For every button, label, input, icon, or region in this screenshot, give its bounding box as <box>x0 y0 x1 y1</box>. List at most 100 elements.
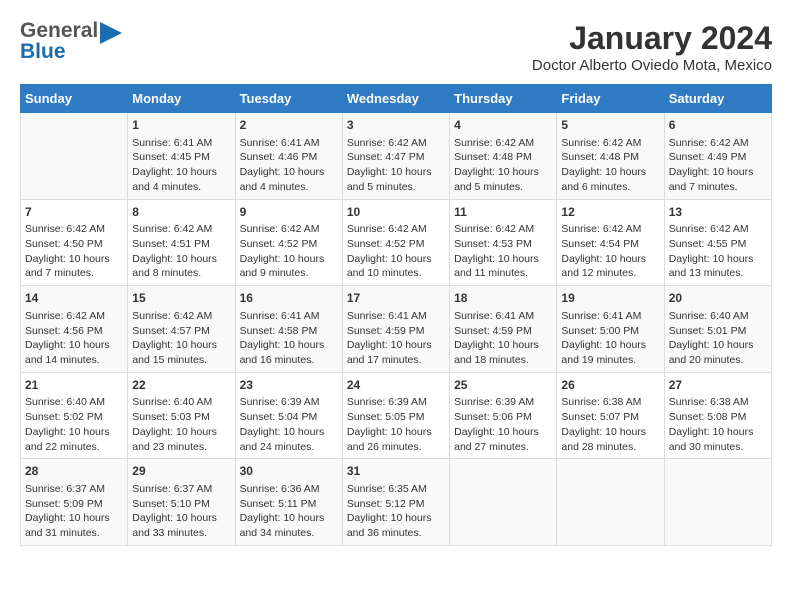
day-info: Sunrise: 6:38 AMSunset: 5:08 PMDaylight:… <box>669 395 767 454</box>
day-number: 9 <box>240 204 338 221</box>
calendar-table: SundayMondayTuesdayWednesdayThursdayFrid… <box>20 84 772 546</box>
calendar-cell: 8Sunrise: 6:42 AMSunset: 4:51 PMDaylight… <box>128 199 235 286</box>
header-wednesday: Wednesday <box>342 85 449 113</box>
calendar-title: January 2024 <box>532 20 772 57</box>
week-row-3: 21Sunrise: 6:40 AMSunset: 5:02 PMDayligh… <box>21 372 772 459</box>
header-thursday: Thursday <box>450 85 557 113</box>
day-info: Sunrise: 6:39 AMSunset: 5:04 PMDaylight:… <box>240 395 338 454</box>
calendar-cell: 15 Sunrise: 6:42 AMSunset: 4:57 PMDayligh… <box>128 286 235 373</box>
day-info: Sunrise: 6:37 AMSunset: 5:09 PMDaylight:… <box>25 482 123 541</box>
week-row-1: 7Sunrise: 6:42 AMSunset: 4:50 PMDaylight… <box>21 199 772 286</box>
day-number: 8 <box>132 204 230 221</box>
calendar-cell: 27Sunrise: 6:38 AMSunset: 5:08 PMDayligh… <box>664 372 771 459</box>
day-info: Sunrise: 6:40 AMSunset: 5:02 PMDaylight:… <box>25 395 123 454</box>
day-info: Sunrise: 6:42 AMSunset: 4:49 PMDaylight:… <box>669 136 767 195</box>
calendar-header-row: SundayMondayTuesdayWednesdayThursdayFrid… <box>21 85 772 113</box>
day-info: Sunrise: 6:42 AMSunset: 4:50 PMDaylight:… <box>25 222 123 281</box>
calendar-cell: 21Sunrise: 6:40 AMSunset: 5:02 PMDayligh… <box>21 372 128 459</box>
day-info: Sunrise: 6:39 AMSunset: 5:06 PMDaylight:… <box>454 395 552 454</box>
calendar-cell: 1Sunrise: 6:41 AMSunset: 4:45 PMDaylight… <box>128 113 235 200</box>
week-row-0: 1Sunrise: 6:41 AMSunset: 4:45 PMDaylight… <box>21 113 772 200</box>
day-info: Sunrise: 6:42 AMSunset: 4:54 PMDaylight:… <box>561 222 659 281</box>
day-info: Sunrise: 6:42 AMSunset: 4:47 PMDaylight:… <box>347 136 445 195</box>
calendar-cell: 26Sunrise: 6:38 AMSunset: 5:07 PMDayligh… <box>557 372 664 459</box>
header-sunday: Sunday <box>21 85 128 113</box>
day-number: 5 <box>561 117 659 134</box>
calendar-cell: 13Sunrise: 6:42 AMSunset: 4:55 PMDayligh… <box>664 199 771 286</box>
logo: General Blue <box>20 20 122 62</box>
calendar-cell: 20 Sunrise: 6:40 AMSunset: 5:01 PMDayligh… <box>664 286 771 373</box>
day-info: Sunrise: 6:42 AMSunset: 4:57 PMDaylight:… <box>132 309 230 368</box>
title-block: January 2024 Doctor Alberto Oviedo Mota,… <box>532 20 772 74</box>
week-row-4: 28Sunrise: 6:37 AMSunset: 5:09 PMDayligh… <box>21 459 772 546</box>
day-number: 19 <box>561 290 659 307</box>
calendar-cell: 25Sunrise: 6:39 AMSunset: 5:06 PMDayligh… <box>450 372 557 459</box>
day-number: 30 <box>240 463 338 480</box>
day-info: Sunrise: 6:42 AMSunset: 4:51 PMDaylight:… <box>132 222 230 281</box>
day-info: Sunrise: 6:41 AMSunset: 4:58 PMDaylight:… <box>240 309 338 368</box>
calendar-cell: 19Sunrise: 6:41 AMSunset: 5:00 PMDayligh… <box>557 286 664 373</box>
calendar-cell: 24Sunrise: 6:39 AMSunset: 5:05 PMDayligh… <box>342 372 449 459</box>
header-monday: Monday <box>128 85 235 113</box>
day-number: 15 <box>132 290 230 307</box>
day-number: 3 <box>347 117 445 134</box>
calendar-cell: 30Sunrise: 6:36 AMSunset: 5:11 PMDayligh… <box>235 459 342 546</box>
day-number: 16 <box>240 290 338 307</box>
day-number: 31 <box>347 463 445 480</box>
day-number: 20 <box>669 290 767 307</box>
day-number: 7 <box>25 204 123 221</box>
calendar-cell: 5Sunrise: 6:42 AMSunset: 4:48 PMDaylight… <box>557 113 664 200</box>
day-number: 18 <box>454 290 552 307</box>
calendar-cell: 18 Sunrise: 6:41 AMSunset: 4:59 PMDayligh… <box>450 286 557 373</box>
calendar-cell <box>557 459 664 546</box>
day-number: 26 <box>561 377 659 394</box>
calendar-cell: 12Sunrise: 6:42 AMSunset: 4:54 PMDayligh… <box>557 199 664 286</box>
day-number: 21 <box>25 377 123 394</box>
day-number: 12 <box>561 204 659 221</box>
day-info: Sunrise: 6:41 AMSunset: 4:59 PMDaylight:… <box>454 309 552 368</box>
calendar-cell: 7Sunrise: 6:42 AMSunset: 4:50 PMDaylight… <box>21 199 128 286</box>
day-info: Sunrise: 6:41 AMSunset: 4:45 PMDaylight:… <box>132 136 230 195</box>
day-number: 6 <box>669 117 767 134</box>
calendar-cell: 2Sunrise: 6:41 AMSunset: 4:46 PMDaylight… <box>235 113 342 200</box>
day-info: Sunrise: 6:42 AMSunset: 4:56 PMDaylight:… <box>25 309 123 368</box>
calendar-cell: 17Sunrise: 6:41 AMSunset: 4:59 PMDayligh… <box>342 286 449 373</box>
header-friday: Friday <box>557 85 664 113</box>
logo-text: General Blue <box>20 20 98 62</box>
day-number: 14 <box>25 290 123 307</box>
header-saturday: Saturday <box>664 85 771 113</box>
day-number: 29 <box>132 463 230 480</box>
day-info: Sunrise: 6:37 AMSunset: 5:10 PMDaylight:… <box>132 482 230 541</box>
logo-arrow-icon <box>100 22 122 49</box>
day-number: 25 <box>454 377 552 394</box>
calendar-cell: 9Sunrise: 6:42 AMSunset: 4:52 PMDaylight… <box>235 199 342 286</box>
logo-blue: Blue <box>20 41 98 62</box>
day-number: 4 <box>454 117 552 134</box>
day-info: Sunrise: 6:42 AMSunset: 4:55 PMDaylight:… <box>669 222 767 281</box>
calendar-cell: 4 Sunrise: 6:42 AMSunset: 4:48 PMDaylight… <box>450 113 557 200</box>
day-info: Sunrise: 6:40 AMSunset: 5:03 PMDaylight:… <box>132 395 230 454</box>
day-number: 13 <box>669 204 767 221</box>
day-info: Sunrise: 6:40 AMSunset: 5:01 PMDaylight:… <box>669 309 767 368</box>
page-header: General Blue January 2024 Doctor Alberto… <box>20 20 772 74</box>
day-number: 27 <box>669 377 767 394</box>
calendar-cell: 10Sunrise: 6:42 AMSunset: 4:52 PMDayligh… <box>342 199 449 286</box>
day-info: Sunrise: 6:38 AMSunset: 5:07 PMDaylight:… <box>561 395 659 454</box>
calendar-cell: 11Sunrise: 6:42 AMSunset: 4:53 PMDayligh… <box>450 199 557 286</box>
day-info: Sunrise: 6:42 AMSunset: 4:48 PMDaylight:… <box>454 136 552 195</box>
calendar-subtitle: Doctor Alberto Oviedo Mota, Mexico <box>532 57 772 74</box>
calendar-cell: 29 Sunrise: 6:37 AMSunset: 5:10 PMDayligh… <box>128 459 235 546</box>
calendar-cell: 31 Sunrise: 6:35 AMSunset: 5:12 PMDayligh… <box>342 459 449 546</box>
day-info: Sunrise: 6:41 AMSunset: 4:46 PMDaylight:… <box>240 136 338 195</box>
calendar-cell: 28Sunrise: 6:37 AMSunset: 5:09 PMDayligh… <box>21 459 128 546</box>
calendar-cell: 3 Sunrise: 6:42 AMSunset: 4:47 PMDaylight… <box>342 113 449 200</box>
calendar-cell: 14 Sunrise: 6:42 AMSunset: 4:56 PMDayligh… <box>21 286 128 373</box>
day-number: 24 <box>347 377 445 394</box>
day-info: Sunrise: 6:35 AMSunset: 5:12 PMDaylight:… <box>347 482 445 541</box>
calendar-cell <box>21 113 128 200</box>
header-tuesday: Tuesday <box>235 85 342 113</box>
day-number: 22 <box>132 377 230 394</box>
calendar-cell: 22Sunrise: 6:40 AMSunset: 5:03 PMDayligh… <box>128 372 235 459</box>
day-info: Sunrise: 6:42 AMSunset: 4:52 PMDaylight:… <box>347 222 445 281</box>
week-row-2: 14 Sunrise: 6:42 AMSunset: 4:56 PMDayligh… <box>21 286 772 373</box>
